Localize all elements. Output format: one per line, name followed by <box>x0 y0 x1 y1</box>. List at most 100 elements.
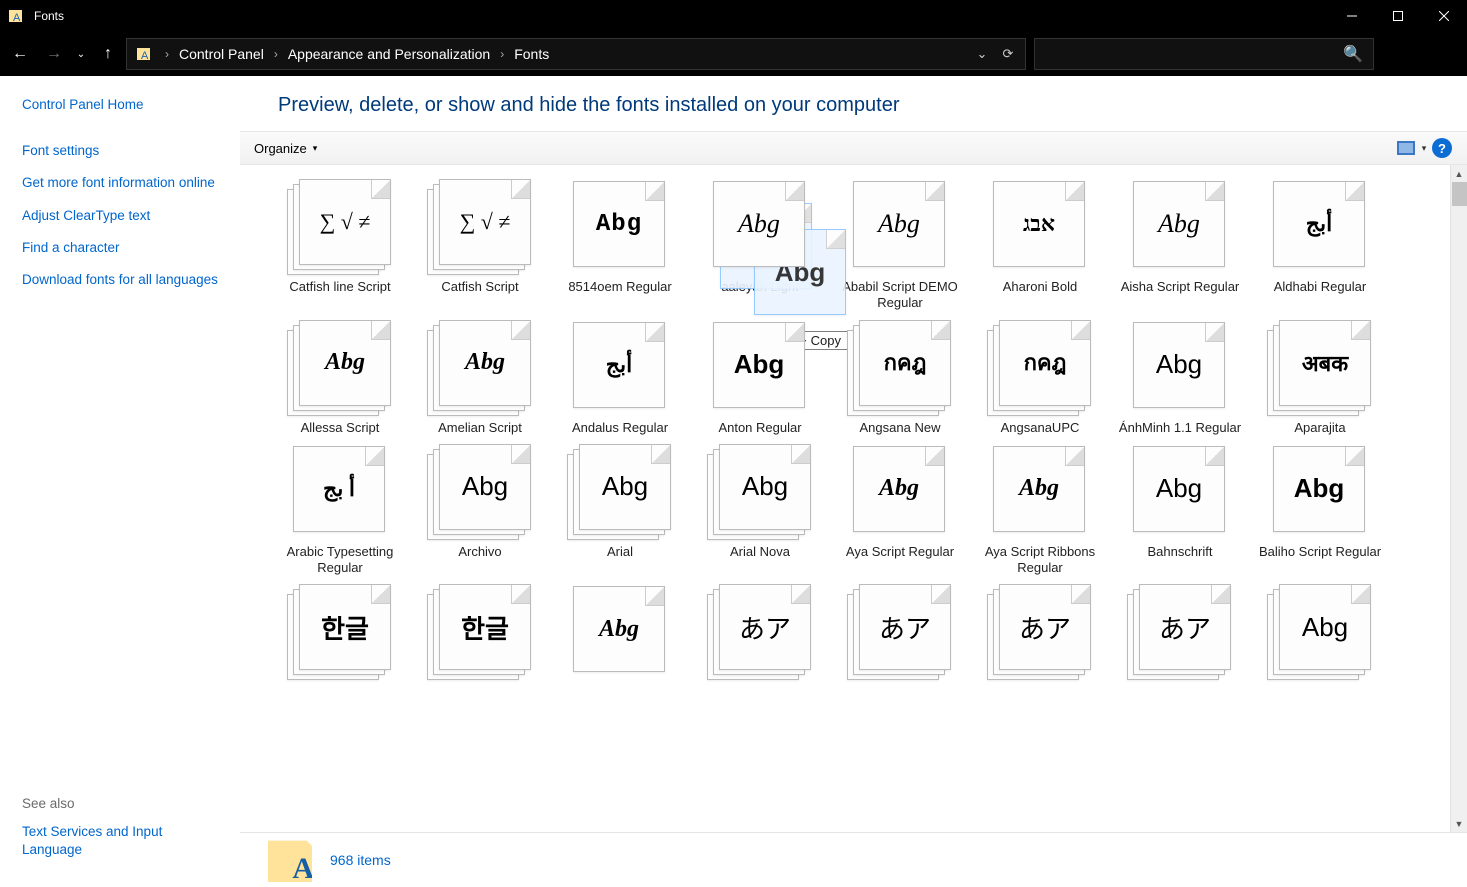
font-thumbnail: Abg <box>847 179 953 275</box>
font-item[interactable]: 한글 <box>270 584 410 684</box>
font-item[interactable]: あア <box>1110 584 1250 684</box>
font-item[interactable]: Abg Allessa Script <box>270 320 410 436</box>
window-controls <box>1329 0 1467 32</box>
breadcrumb[interactable]: A › Control Panel › Appearance and Perso… <box>126 38 1026 70</box>
view-options-button[interactable] <box>1395 137 1417 159</box>
font-item[interactable]: ∑ √ ≠Catfish Script <box>410 179 550 312</box>
scroll-up-button[interactable]: ▲ <box>1451 165 1467 182</box>
status-bar: A 968 items <box>240 832 1467 887</box>
svg-text:A: A <box>141 50 149 62</box>
sidebar-link[interactable]: Get more font information online <box>22 174 226 192</box>
font-item[interactable]: أبجAndalus Regular <box>550 320 690 436</box>
font-sample: Abg <box>714 182 804 266</box>
font-item[interactable]: AbgArial <box>550 444 690 577</box>
font-thumbnail: Abg <box>427 444 533 540</box>
font-thumbnail: Abg <box>1267 444 1373 540</box>
font-sample: Abg <box>854 447 944 531</box>
font-thumbnail: أ بج <box>287 444 393 540</box>
font-item[interactable]: 한글 <box>410 584 550 684</box>
scroll-thumb[interactable] <box>1452 182 1467 206</box>
font-label: Aharoni Bold <box>1003 279 1077 295</box>
font-thumbnail: أبج <box>1267 179 1373 275</box>
font-item[interactable]: Abg <box>550 584 690 684</box>
font-item[interactable]: أبجAldhabi Regular <box>1250 179 1390 312</box>
font-item[interactable]: AbgArial Nova <box>690 444 830 577</box>
font-item[interactable]: Abg Baliho Script Regular <box>1250 444 1390 577</box>
minimize-button[interactable] <box>1329 0 1375 32</box>
up-button[interactable]: ↑ <box>92 38 124 70</box>
search-input[interactable]: 🔍 <box>1034 38 1374 70</box>
maximize-button[interactable] <box>1375 0 1421 32</box>
recent-dropdown[interactable]: ⌄ <box>72 38 90 70</box>
scroll-down-button[interactable]: ▼ <box>1451 815 1467 832</box>
font-sample: Abg <box>300 321 390 405</box>
font-item[interactable]: AbgÁnhMinh 1.1 Regular <box>1110 320 1250 436</box>
search-icon: 🔍 <box>1343 44 1363 64</box>
font-item[interactable]: AbgAisha Script Regular <box>1110 179 1250 312</box>
font-item[interactable]: Abgaaleyah Light <box>690 179 830 312</box>
font-item[interactable]: あア <box>830 584 970 684</box>
font-item[interactable]: あア <box>690 584 830 684</box>
font-item[interactable]: אבגAharoni Bold <box>970 179 1110 312</box>
font-thumbnail: 한글 <box>427 584 533 680</box>
font-thumbnail: Abg <box>707 320 813 416</box>
font-sample: Abg <box>720 445 810 529</box>
refresh-button[interactable]: ⟳ <box>995 46 1021 62</box>
font-sample: กคฎ <box>1000 321 1090 405</box>
breadcrumb-item[interactable]: Control Panel <box>177 46 266 62</box>
breadcrumb-item[interactable]: Fonts <box>512 46 551 62</box>
sidebar-link[interactable]: Font settings <box>22 142 226 160</box>
control-panel-home-link[interactable]: Control Panel Home <box>22 96 226 114</box>
font-label: Allessa Script <box>301 420 380 436</box>
chevron-right-icon[interactable]: › <box>266 47 286 61</box>
font-sample: अबक <box>1280 321 1370 405</box>
font-label: Bahnschrift <box>1147 544 1212 560</box>
organize-menu[interactable]: Organize ▾ <box>254 141 317 156</box>
font-item[interactable]: あア <box>970 584 1110 684</box>
font-sample: أ بج <box>294 447 384 531</box>
font-sample: Abg <box>1134 447 1224 531</box>
font-label: ÁnhMinh 1.1 Regular <box>1119 420 1241 436</box>
font-item[interactable]: Abg Bahnschrift <box>1110 444 1250 577</box>
font-item[interactable]: أ بجArabic Typesetting Regular <box>270 444 410 577</box>
close-button[interactable] <box>1421 0 1467 32</box>
font-item[interactable]: ∑ √ ≠Catfish line Script <box>270 179 410 312</box>
font-thumbnail: Abg <box>707 444 813 540</box>
font-item[interactable]: AbgAbabil Script DEMO Regular <box>830 179 970 312</box>
breadcrumb-item[interactable]: Appearance and Personalization <box>286 46 492 62</box>
vertical-scrollbar[interactable]: ▲ ▼ <box>1450 165 1467 832</box>
location-icon: A <box>131 46 157 62</box>
sidebar-link[interactable]: Find a character <box>22 239 226 257</box>
font-label: Baliho Script Regular <box>1259 544 1381 560</box>
font-sample: あア <box>860 585 950 669</box>
font-thumbnail: Abg <box>427 320 533 416</box>
font-sample: あア <box>1000 585 1090 669</box>
font-item[interactable]: AbgAmelian Script <box>410 320 550 436</box>
font-item[interactable]: Abg <box>1250 584 1390 684</box>
forward-button[interactable]: → <box>38 38 70 70</box>
see-also-link[interactable]: Text Services and Input Language <box>22 823 226 859</box>
chevron-right-icon[interactable]: › <box>492 47 512 61</box>
font-item[interactable]: AbgAya Script Ribbons Regular <box>970 444 1110 577</box>
sidebar-link[interactable]: Download fonts for all languages <box>22 271 226 289</box>
sidebar-link[interactable]: Adjust ClearType text <box>22 207 226 225</box>
svg-text:A: A <box>13 12 21 24</box>
font-item[interactable]: กคฎAngsanaUPC <box>970 320 1110 436</box>
font-sample: Abg <box>1274 447 1364 531</box>
font-item[interactable]: AbgAnton Regular <box>690 320 830 436</box>
chevron-right-icon[interactable]: › <box>157 47 177 61</box>
font-thumbnail: Abg <box>567 584 673 680</box>
font-item[interactable]: กคฎAngsana New <box>830 320 970 436</box>
font-grid: Abg Abg + Copy ∑ √ ≠Catfish line Script∑… <box>240 165 1467 684</box>
help-button[interactable]: ? <box>1431 137 1453 159</box>
view-dropdown[interactable]: ▾ <box>1417 137 1431 159</box>
font-sample: กคฎ <box>860 321 950 405</box>
font-item[interactable]: Abg8514oem Regular <box>550 179 690 312</box>
font-item[interactable]: अबकAparajita <box>1250 320 1390 436</box>
font-item[interactable]: AbgAya Script Regular <box>830 444 970 577</box>
back-button[interactable]: ← <box>4 38 36 70</box>
font-item[interactable]: AbgArchivo <box>410 444 550 577</box>
font-thumbnail: Abg <box>847 444 953 540</box>
address-dropdown[interactable]: ⌄ <box>969 46 995 62</box>
chevron-down-icon: ▾ <box>313 143 318 154</box>
